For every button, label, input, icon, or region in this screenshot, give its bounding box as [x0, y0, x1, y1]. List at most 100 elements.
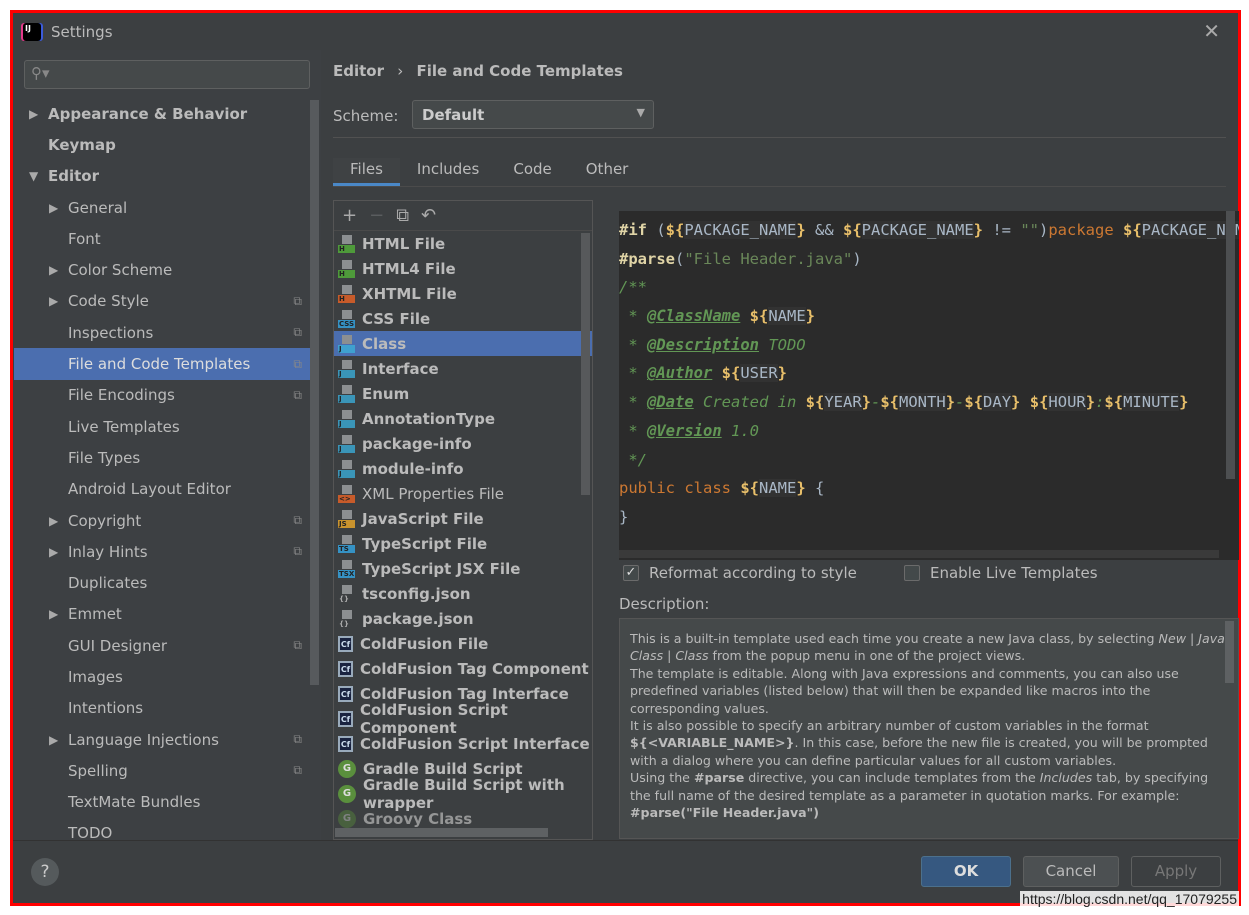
list-item[interactable]: Cf ColdFusion Tag Component — [334, 656, 592, 681]
description-text: Includes — [1039, 770, 1093, 786]
chevron-down-icon: ▼ — [636, 106, 645, 119]
sidebar-item-editor[interactable]: ▼ Editor — [14, 161, 310, 192]
tab-files[interactable]: Files — [333, 158, 400, 186]
sidebar-item-appearance-behavior[interactable]: ▶ Appearance & Behavior — [14, 98, 310, 129]
sidebar-item-label: Editor — [48, 167, 99, 186]
cancel-button[interactable]: Cancel — [1023, 856, 1119, 887]
sidebar-item-label: File and Code Templates — [68, 355, 251, 374]
window-title: Settings — [51, 22, 113, 41]
sidebar-item-inlay-hints[interactable]: ▶ Inlay Hints ⧉ — [14, 536, 310, 567]
sidebar-item-gui-designer[interactable]: GUI Designer ⧉ — [14, 630, 310, 661]
list-horizontal-scrollbar[interactable] — [335, 828, 548, 837]
list-item[interactable]: TS TypeScript File — [334, 531, 592, 556]
sidebar-item-file-and-code-templates[interactable]: File and Code Templates ⧉ — [14, 348, 310, 380]
chevron-right-icon[interactable]: ▶ — [49, 263, 58, 277]
description-paragraph: It is also possible to specify an arbitr… — [630, 717, 1228, 769]
sidebar-item-general[interactable]: ▶ General — [14, 192, 310, 223]
chevron-right-icon[interactable]: ▶ — [49, 201, 58, 215]
template-code-editor[interactable]: #if (${PACKAGE_NAME} && ${PACKAGE_NAME} … — [619, 211, 1239, 560]
sidebar: ⚲▾ ▶ Appearance & Behavior Keymap ▼ Editor ▶ G… — [14, 50, 321, 842]
list-item[interactable]: Jpackage-info — [334, 431, 592, 456]
list-item[interactable]: H HTML File — [334, 231, 592, 256]
list-item[interactable]: <> XML Properties File — [334, 481, 592, 506]
sidebar-item-language-injections[interactable]: ▶ Language Injections ⧉ — [14, 724, 310, 755]
sidebar-item-textmate-bundles[interactable]: TextMate Bundles — [14, 787, 310, 818]
sidebar-item-android-layout-editor[interactable]: Android Layout Editor — [14, 474, 310, 505]
copy-icon[interactable]: ⧉ — [396, 205, 409, 226]
ok-button[interactable]: OK — [921, 856, 1011, 887]
list-item[interactable]: H XHTML File — [334, 281, 592, 306]
sidebar-item-code-style[interactable]: ▶ Code Style ⧉ — [14, 286, 310, 317]
sidebar-item-keymap[interactable]: Keymap — [14, 129, 310, 160]
chevron-right-icon[interactable]: ▶ — [29, 107, 38, 121]
checkbox-unchecked[interactable] — [904, 565, 920, 581]
tsx-file-icon: TSX — [338, 559, 355, 578]
list-item[interactable]: Cf ColdFusion Script Component — [334, 701, 592, 737]
list-item[interactable]: J AnnotationType — [334, 406, 592, 431]
code-token: DAY — [983, 393, 1012, 412]
chevron-right-icon[interactable]: ▶ — [49, 294, 58, 308]
help-button[interactable]: ? — [31, 858, 59, 886]
sidebar-item-inspections[interactable]: Inspections ⧉ — [14, 317, 310, 348]
sidebar-item-live-templates[interactable]: Live Templates — [14, 411, 310, 442]
reformat-label: Reformat according to style — [649, 564, 857, 582]
sidebar-item-intentions[interactable]: Intentions — [14, 693, 310, 724]
template-name: package.json — [362, 609, 474, 628]
chevron-down-icon[interactable]: ▼ — [29, 169, 38, 183]
list-item[interactable]: {} package.json — [334, 606, 592, 631]
list-item[interactable]: {} tsconfig.json — [334, 581, 592, 606]
tab-code[interactable]: Code — [496, 158, 568, 186]
settings-search-input[interactable]: ⚲▾ — [24, 60, 310, 89]
sidebar-item-emmet[interactable]: ▶ Emmet — [14, 599, 310, 630]
list-item[interactable]: G Gradle Build Script with wrapper — [334, 776, 592, 812]
sidebar-scrollbar[interactable] — [310, 100, 319, 685]
tab-other[interactable]: Other — [569, 158, 646, 186]
list-item[interactable]: J Enum — [334, 381, 592, 406]
reformat-checkbox[interactable]: ✓ Reformat according to style — [623, 564, 857, 582]
chevron-right-icon[interactable]: ▶ — [49, 607, 58, 621]
sidebar-item-spelling[interactable]: Spelling ⧉ — [14, 755, 310, 786]
editor-scrollbar[interactable] — [1226, 211, 1235, 479]
sidebar-item-file-types[interactable]: File Types — [14, 442, 310, 473]
sidebar-item-file-encodings[interactable]: File Encodings ⧉ — [14, 380, 310, 411]
checkbox-checked[interactable]: ✓ — [623, 565, 639, 581]
sidebar-item-color-scheme[interactable]: ▶ Color Scheme — [14, 254, 310, 285]
description-scrollbar[interactable] — [1225, 621, 1234, 683]
sidebar-item-copyright[interactable]: ▶ Copyright ⧉ — [14, 505, 310, 536]
list-item[interactable]: CSS CSS File — [334, 306, 592, 331]
chevron-right-icon[interactable]: ▶ — [49, 733, 58, 747]
gradle-icon: G — [338, 784, 356, 803]
list-item[interactable]: JS JavaScript File — [334, 506, 592, 531]
list-item[interactable]: TSX TypeScript JSX File — [334, 556, 592, 581]
list-item[interactable]: Jmodule-info — [334, 456, 592, 481]
sidebar-item-font[interactable]: Font — [14, 223, 310, 254]
template-name: tsconfig.json — [362, 584, 471, 603]
code-token: * — [619, 393, 647, 412]
tab-includes[interactable]: Includes — [400, 158, 496, 186]
list-scrollbar[interactable] — [581, 233, 590, 495]
list-item[interactable]: H HTML4 File — [334, 256, 592, 281]
code-token: @Description — [647, 335, 759, 354]
list-item[interactable]: J Class — [334, 331, 592, 356]
reset-icon[interactable]: ↶ — [421, 205, 436, 226]
breadcrumb-parent[interactable]: Editor — [333, 62, 384, 80]
add-icon[interactable]: + — [342, 205, 357, 226]
description-paragraph: This is a built-in template used each ti… — [630, 630, 1228, 665]
json-file-icon: {} — [338, 609, 355, 628]
list-item[interactable]: Cf ColdFusion File — [334, 631, 592, 656]
code-token: TODO — [758, 335, 806, 354]
sidebar-item-duplicates[interactable]: Duplicates — [14, 567, 310, 598]
apply-button[interactable]: Apply — [1131, 856, 1221, 887]
enable-live-templates-checkbox[interactable]: Enable Live Templates — [904, 564, 1098, 582]
close-icon[interactable]: ✕ — [1203, 19, 1220, 43]
remove-icon[interactable]: − — [369, 205, 384, 226]
editor-horizontal-scrollbar[interactable] — [619, 550, 1219, 558]
list-item[interactable]: Cf ColdFusion Script Interface — [334, 731, 592, 756]
chevron-right-icon[interactable]: ▶ — [49, 514, 58, 528]
sidebar-item-label: File Types — [68, 448, 141, 467]
sidebar-item-images[interactable]: Images — [14, 661, 310, 692]
code-token: "File Header.java" — [684, 249, 853, 268]
list-item[interactable]: J Interface — [334, 356, 592, 381]
scheme-dropdown[interactable]: Default ▼ — [412, 100, 654, 129]
chevron-right-icon[interactable]: ▶ — [49, 545, 58, 559]
